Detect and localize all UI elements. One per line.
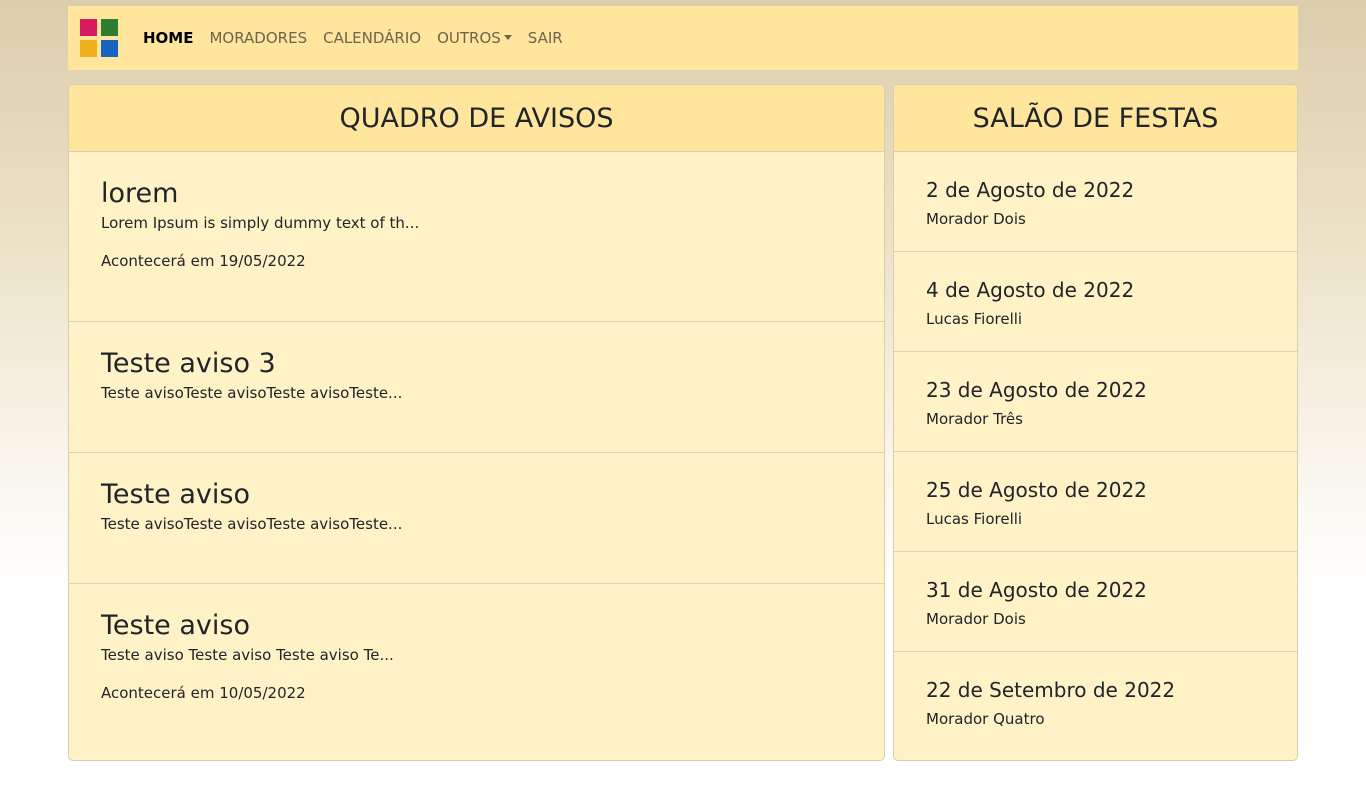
reserva-item[interactable]: 31 de Agosto de 2022 Morador Dois — [894, 552, 1297, 652]
reserva-item[interactable]: 23 de Agosto de 2022 Morador Três — [894, 352, 1297, 452]
aviso-text: Teste avisoTeste avisoTeste avisoTeste..… — [101, 384, 403, 402]
reserva-date: 23 de Agosto de 2022 — [926, 378, 1147, 402]
nav-links: HOME MORADORES CALENDÁRIO OUTROS SAIR — [143, 29, 579, 47]
salao-card: SALÃO DE FESTAS 2 de Agosto de 2022 Mora… — [893, 84, 1298, 761]
nav-outros-label: OUTROS — [437, 29, 501, 47]
aviso-date: Acontecerá em 10/05/2022 — [101, 684, 306, 702]
nav-sair[interactable]: SAIR — [528, 29, 563, 47]
reserva-morador: Morador Dois — [926, 210, 1026, 228]
aviso-item[interactable]: Teste aviso Teste avisoTeste avisoTeste … — [69, 453, 884, 584]
aviso-title: lorem — [101, 178, 179, 209]
reserva-date: 25 de Agosto de 2022 — [926, 478, 1147, 502]
reserva-item[interactable]: 25 de Agosto de 2022 Lucas Fiorelli — [894, 452, 1297, 552]
reserva-morador: Morador Quatro — [926, 710, 1045, 728]
aviso-item[interactable]: Teste aviso 3 Teste avisoTeste avisoTest… — [69, 322, 884, 453]
reserva-item[interactable]: 2 de Agosto de 2022 Morador Dois — [894, 152, 1297, 252]
reserva-morador: Morador Três — [926, 410, 1023, 428]
reserva-morador: Lucas Fiorelli — [926, 510, 1023, 528]
nav-calendario[interactable]: CALENDÁRIO — [323, 29, 421, 47]
reserva-date: 2 de Agosto de 2022 — [926, 178, 1135, 202]
aviso-title: Teste aviso — [101, 610, 250, 641]
reserva-item[interactable]: 4 de Agosto de 2022 Lucas Fiorelli — [894, 252, 1297, 352]
aviso-title: Teste aviso 3 — [101, 348, 276, 379]
aviso-text: Lorem Ipsum is simply dummy text of th..… — [101, 214, 420, 232]
aviso-text: Teste aviso Teste aviso Teste aviso Te..… — [101, 646, 394, 664]
aviso-item[interactable]: lorem Lorem Ipsum is simply dummy text o… — [69, 152, 884, 322]
reserva-date: 4 de Agosto de 2022 — [926, 278, 1135, 302]
nav-outros-dropdown[interactable]: OUTROS — [437, 29, 512, 47]
reserva-date: 31 de Agosto de 2022 — [926, 578, 1147, 602]
logo-flower-icon — [80, 19, 97, 36]
logo-water-icon — [101, 40, 118, 57]
aviso-item[interactable]: Teste aviso Teste aviso Teste aviso Test… — [69, 584, 884, 760]
avisos-header: QUADRO DE AVISOS — [69, 85, 884, 152]
reserva-item[interactable]: 22 de Setembro de 2022 Morador Quatro — [894, 652, 1297, 752]
reserva-morador: Lucas Fiorelli — [926, 310, 1023, 328]
salao-header: SALÃO DE FESTAS — [894, 85, 1297, 152]
logo-leaf-icon — [101, 19, 118, 36]
reserva-date: 22 de Setembro de 2022 — [926, 678, 1176, 702]
nav-moradores[interactable]: MORADORES — [209, 29, 307, 47]
caret-down-icon — [503, 35, 512, 40]
navbar: HOME MORADORES CALENDÁRIO OUTROS SAIR — [68, 6, 1298, 70]
avisos-card: QUADRO DE AVISOS lorem Lorem Ipsum is si… — [68, 84, 885, 761]
aviso-text: Teste avisoTeste avisoTeste avisoTeste..… — [101, 515, 403, 533]
nav-home[interactable]: HOME — [143, 29, 193, 47]
reserva-morador: Morador Dois — [926, 610, 1026, 628]
condominium-logo-icon[interactable] — [80, 19, 118, 57]
aviso-date: Acontecerá em 19/05/2022 — [101, 252, 306, 270]
aviso-title: Teste aviso — [101, 479, 250, 510]
logo-sun-icon — [80, 40, 97, 57]
